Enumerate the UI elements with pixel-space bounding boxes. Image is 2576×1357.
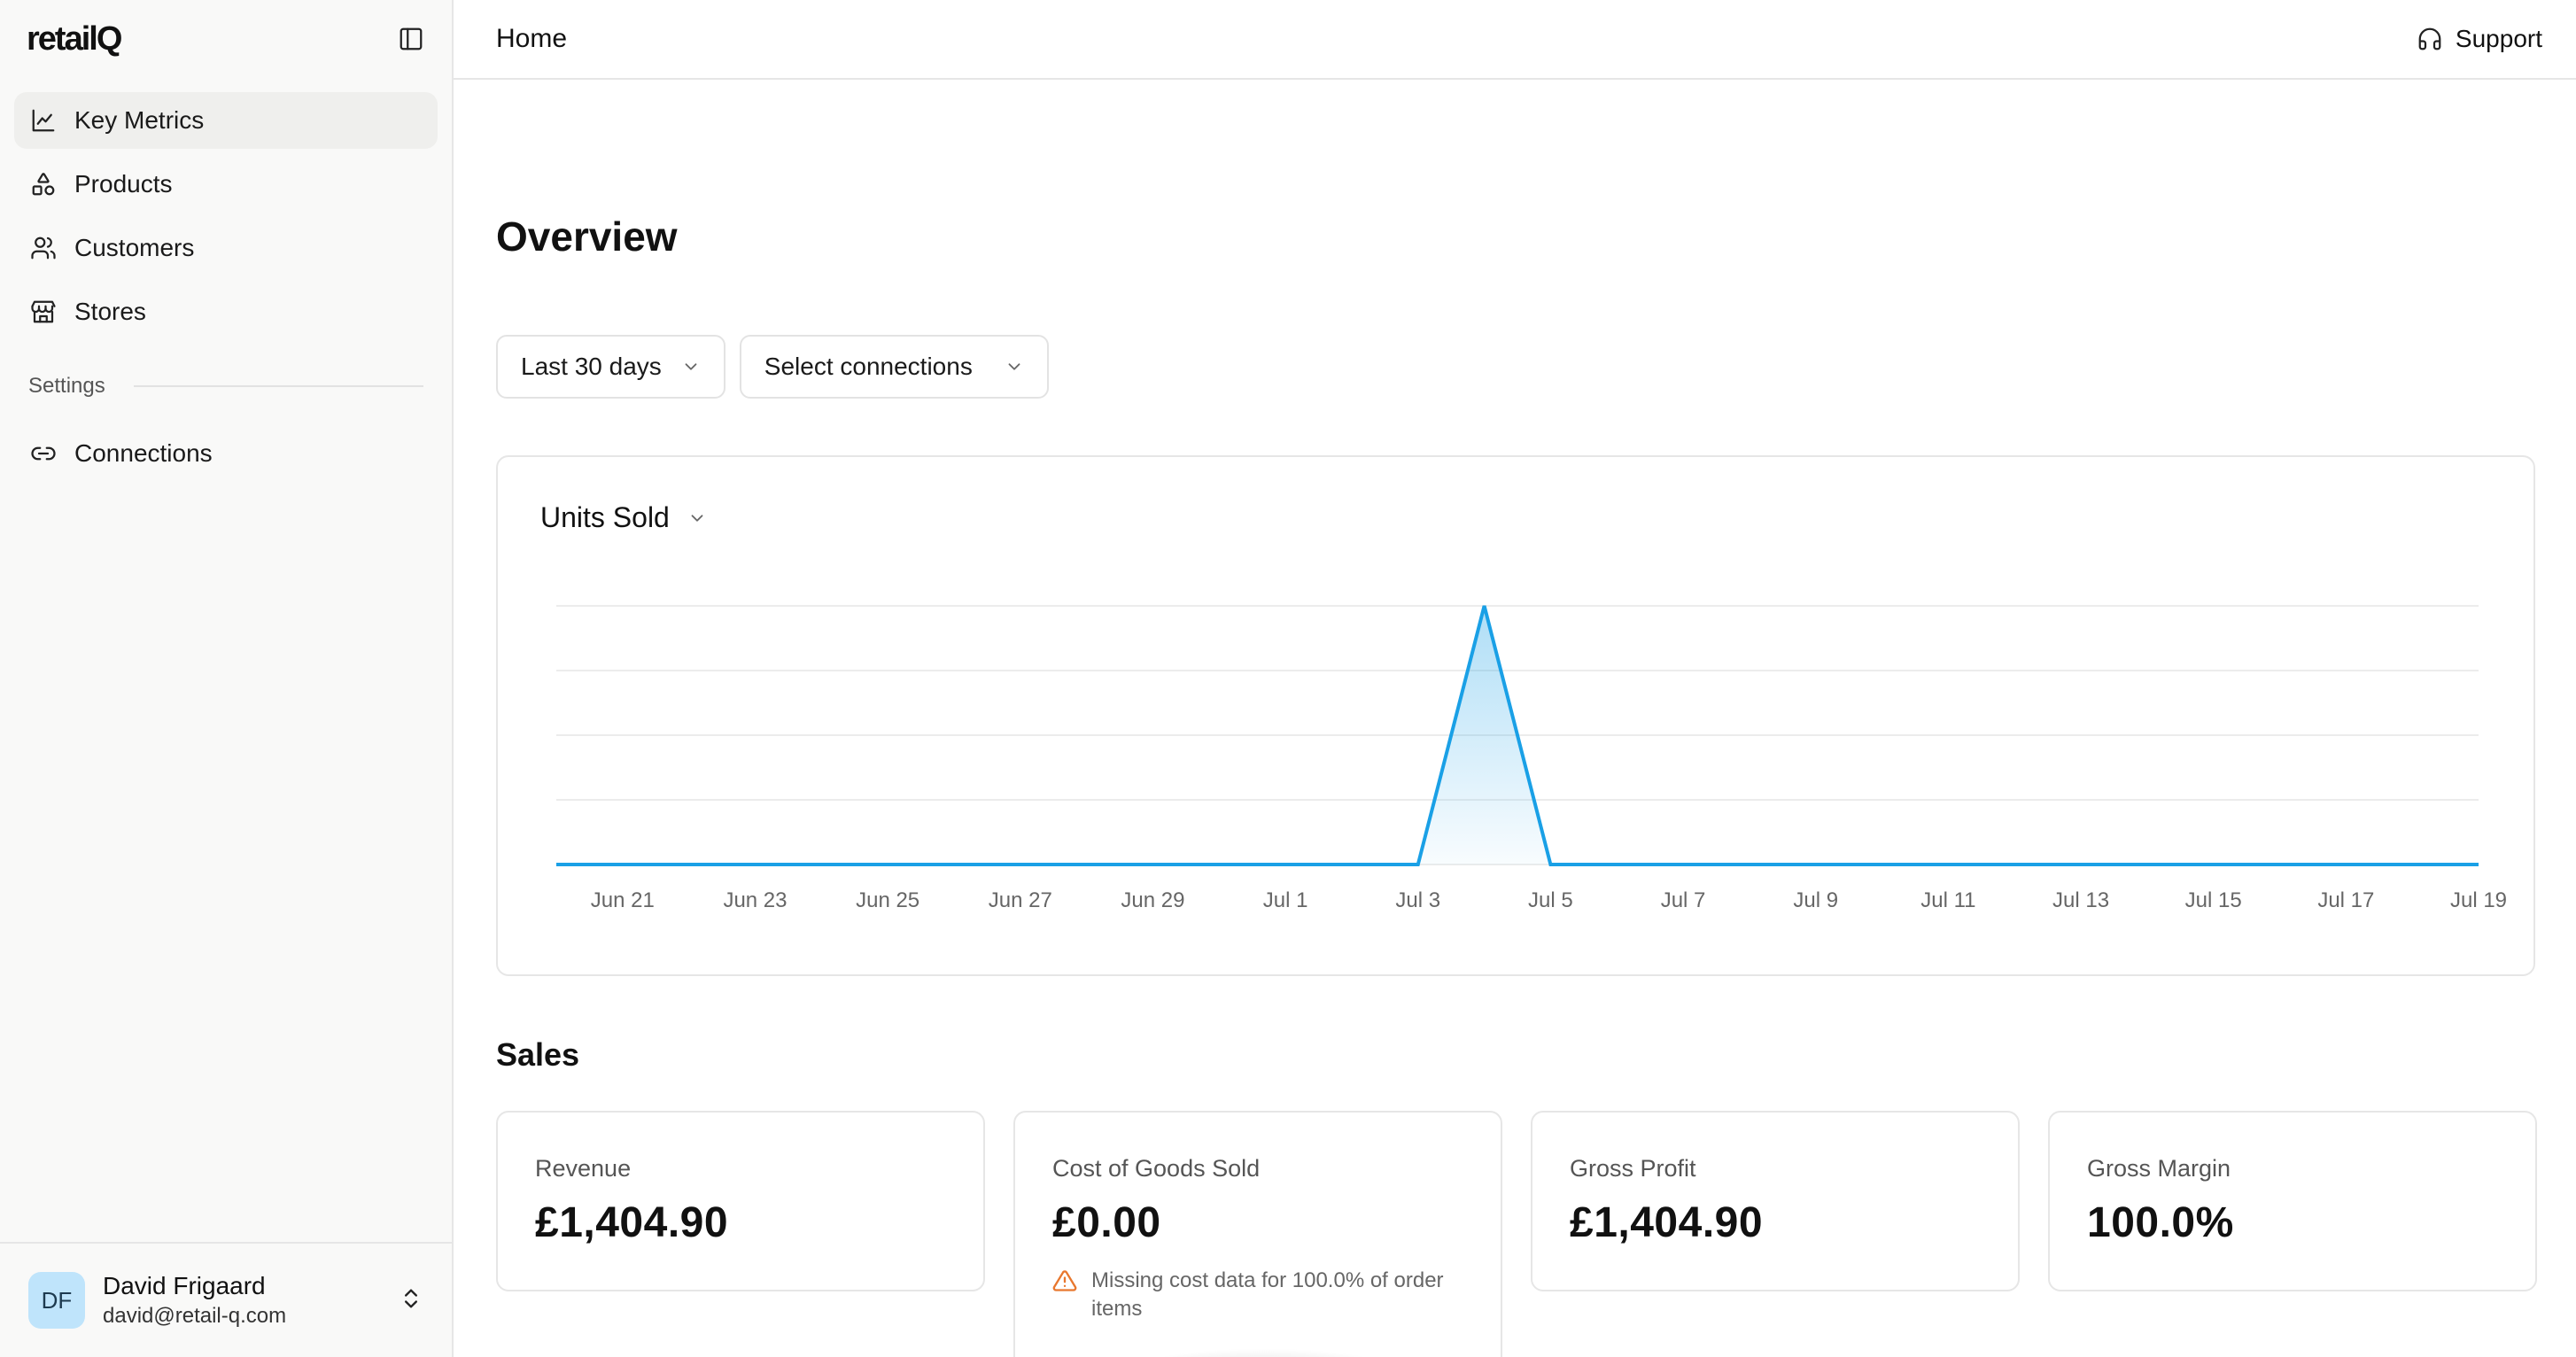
chart-card: Units Sold Jun 21 Jun 23 Jun 25 Jun 27 Jun 2… <box>496 455 2535 976</box>
user-info: David Frigaard david@retail-q.com <box>103 1272 399 1329</box>
chart-x-tick-label: Jul 17 <box>2317 888 2374 912</box>
shapes-icon <box>28 169 58 199</box>
chart-x-tick-label: Jul 7 <box>1661 888 1706 912</box>
settings-divider <box>133 385 423 387</box>
sidebar-item-label: Stores <box>74 298 146 325</box>
page-title: Home <box>496 24 568 53</box>
metric-value: £0.00 <box>1052 1199 1161 1246</box>
settings-section-label: Settings <box>0 347 452 425</box>
chart-x-tick-label: Jul 13 <box>2052 888 2109 912</box>
sidebar-item-label: Key Metrics <box>74 106 205 134</box>
user-name: David Frigaard <box>103 1272 266 1299</box>
chart-x-tick-label: Jul 9 <box>1793 888 1838 912</box>
chart-x-tick-label: Jul 11 <box>1920 888 1975 912</box>
sidebar-item-stores[interactable]: Stores <box>14 283 438 340</box>
chart-x-tick-label: Jun 23 <box>723 888 787 912</box>
chevron-down-icon <box>1005 357 1024 376</box>
metric-card-gross-profit: Gross Profit £1,404.90 <box>1531 1111 2020 1291</box>
connections-select[interactable]: Select connections <box>739 335 1049 399</box>
metric-label: Cost of Goods Sold <box>1052 1155 1261 1182</box>
metric-label: Gross Margin <box>2087 1155 2231 1182</box>
scroll-shadow <box>1121 1348 1405 1357</box>
metric-card-revenue: Revenue £1,404.90 <box>496 1111 985 1291</box>
avatar: DF <box>28 1272 85 1329</box>
sidebar-item-key-metrics[interactable]: Key Metrics <box>14 92 438 149</box>
app-logo[interactable]: retailQ <box>27 20 122 58</box>
metric-label: Gross Profit <box>1570 1155 1696 1182</box>
support-button[interactable]: Support <box>2415 24 2542 54</box>
chart-x-tick-label: Jul 1 <box>1263 888 1308 912</box>
date-range-value: Last 30 days <box>521 353 662 380</box>
sidebar-nav: Key Metrics Products Customers Stores <box>0 78 452 340</box>
warning-icon <box>1052 1268 1077 1293</box>
chart-x-tick-label: Jun 25 <box>856 888 919 912</box>
metric-label: Revenue <box>535 1155 632 1182</box>
metric-value: £1,404.90 <box>535 1199 729 1246</box>
metric-value: 100.0% <box>2087 1199 2234 1246</box>
connections-value: Select connections <box>764 353 973 380</box>
user-menu[interactable]: DF David Frigaard david@retail-q.com <box>0 1242 452 1357</box>
chevron-down-icon <box>681 357 701 376</box>
topbar: Home Support <box>454 0 2576 80</box>
headset-icon <box>2415 24 2445 54</box>
sidebar-item-products[interactable]: Products <box>14 156 438 213</box>
support-label: Support <box>2455 25 2542 52</box>
chart-x-tick-label: Jul 15 <box>2185 888 2242 912</box>
metric-value: £1,404.90 <box>1570 1199 1764 1246</box>
filter-bar: Last 30 days Select connections <box>496 335 1063 399</box>
settings-nav: Connections <box>0 425 452 482</box>
warning-text: Missing cost data for 100.0% of order it… <box>1091 1268 1444 1321</box>
chart-x-tick-label: Jul 19 <box>2450 888 2507 912</box>
chart-x-tick-label: Jul 3 <box>1395 888 1440 912</box>
chevrons-up-down-icon[interactable] <box>399 1286 423 1315</box>
sales-metrics: Revenue £1,404.90 Cost of Goods Sold £0.… <box>496 1111 2537 1357</box>
metric-card-cogs: Cost of Goods Sold £0.00 Missing cost da… <box>1013 1111 1502 1357</box>
user-email: david@retail-q.com <box>103 1304 287 1328</box>
sidebar-item-label: Connections <box>74 439 213 467</box>
users-icon <box>28 233 58 263</box>
line-chart-icon <box>28 105 58 136</box>
link-icon <box>28 438 58 469</box>
sales-title: Sales <box>496 1036 580 1073</box>
sidebar-item-label: Products <box>74 170 173 198</box>
chart-x-tick-label: Jun 27 <box>989 888 1052 912</box>
store-icon <box>28 297 58 327</box>
units-sold-chart[interactable]: Jun 21 Jun 23 Jun 25 Jun 27 Jun 29 Jul 1 Jul 3… <box>498 457 2537 978</box>
sidebar-toggle-icon[interactable] <box>395 23 427 55</box>
chart-x-tick-label: Jun 29 <box>1121 888 1184 912</box>
settings-label: Settings <box>28 374 105 398</box>
metric-card-gross-margin: Gross Margin 100.0% <box>2048 1111 2537 1291</box>
chart-x-tick-label: Jun 21 <box>591 888 655 912</box>
sidebar-item-customers[interactable]: Customers <box>14 220 438 276</box>
chart-x-tick-label: Jul 5 <box>1528 888 1573 912</box>
sidebar-item-label: Customers <box>74 234 195 261</box>
sidebar-header: retailQ <box>0 0 452 78</box>
date-range-select[interactable]: Last 30 days <box>496 335 725 399</box>
sidebar: retailQ Key Metrics Products Customers S… <box>0 0 454 1357</box>
missing-cost-warning: Missing cost data for 100.0% of order it… <box>1052 1267 1465 1323</box>
overview-title: Overview <box>496 213 678 260</box>
sidebar-item-connections[interactable]: Connections <box>14 425 438 482</box>
